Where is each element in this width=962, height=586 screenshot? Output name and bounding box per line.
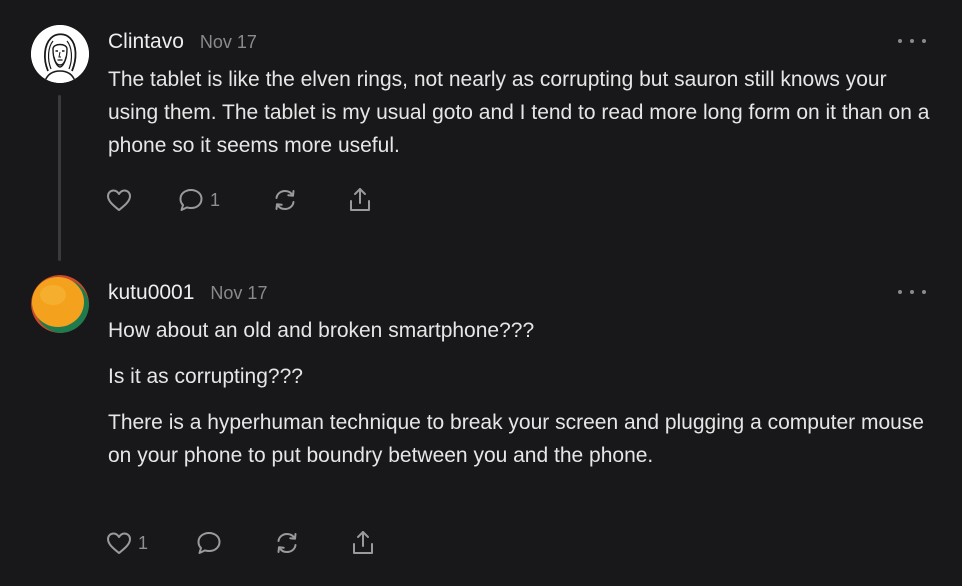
share-icon [353, 531, 373, 554]
comment: kutu0001 Nov 17 How about an old and bro… [0, 262, 962, 586]
comment-icon [197, 532, 221, 554]
comment-body: How about an old and broken smartphone??… [108, 314, 938, 485]
comment: Clintavo Nov 17 The tablet is like the e… [0, 0, 962, 262]
thread-line [58, 95, 61, 261]
comment-paragraph: There is a hyperhuman technique to break… [108, 411, 924, 467]
author-name[interactable]: kutu0001 [108, 281, 194, 305]
comment-header: Clintavo Nov 17 [108, 30, 257, 54]
comment-date[interactable]: Nov 17 [210, 283, 267, 304]
heart-icon [107, 532, 131, 554]
reply-button[interactable] [194, 527, 228, 559]
comment-paragraph: The tablet is like the elven rings, not … [108, 68, 930, 157]
comment-date[interactable]: Nov 17 [200, 32, 257, 53]
share-button[interactable] [345, 184, 375, 216]
share-icon [350, 188, 370, 211]
reply-button[interactable]: 1 [176, 184, 220, 216]
restack-icon [277, 533, 297, 553]
share-button[interactable] [348, 527, 378, 559]
reply-count: 1 [210, 189, 221, 210]
more-options-icon[interactable] [898, 282, 926, 302]
comment-icon [179, 189, 203, 211]
restack-icon [275, 190, 295, 210]
comment-header: kutu0001 Nov 17 [108, 281, 267, 305]
avatar[interactable] [31, 25, 89, 83]
like-button[interactable] [104, 184, 138, 216]
comment-paragraph: How about an old and broken smartphone??… [108, 319, 535, 342]
like-button[interactable]: 1 [104, 527, 148, 559]
comment-paragraph: Is it as corrupting??? [108, 365, 303, 388]
avatar[interactable] [31, 275, 89, 333]
restack-button[interactable] [270, 184, 300, 216]
comment-body: The tablet is like the elven rings, not … [108, 63, 938, 175]
more-options-icon[interactable] [898, 31, 926, 51]
author-name[interactable]: Clintavo [108, 30, 184, 54]
heart-icon [107, 189, 131, 211]
restack-button[interactable] [272, 527, 302, 559]
like-count: 1 [138, 532, 149, 553]
